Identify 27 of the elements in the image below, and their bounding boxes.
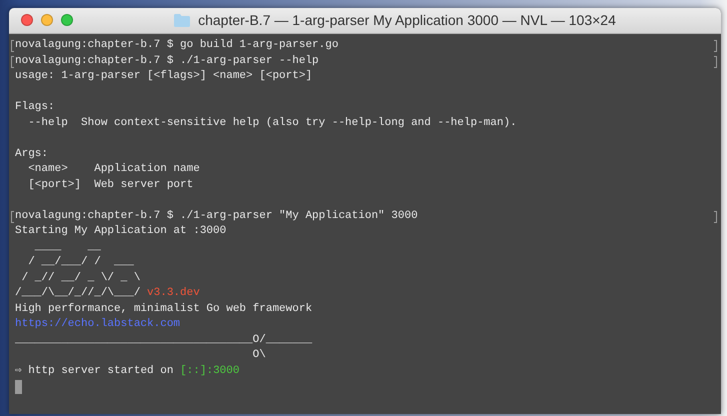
terminal-text: ⇨ http server started on [15,364,174,376]
terminal-text: Args: [15,148,48,160]
terminal-text: / __/___/ / ___ [27,256,134,268]
terminal-text: / _// __/ _ \/ _ \ [20,272,140,284]
terminal-text: ____________________________________O/_______ [15,334,312,346]
terminal-text: /___/\__/_//_/\___/ [15,287,140,299]
terminal-text: novalagung:chapter-b.7 $ go build 1-arg-parser.go [15,39,338,51]
terminal-text: O\ [252,349,266,361]
terminal-text: novalagung:chapter-b.7 $ ./1-arg-parser "My Application" 3000 [15,210,418,222]
server-address: [::]:3000 [180,364,240,376]
terminal-text: --help Show context-sensitive help (also try --help-long and --help-man). [27,116,517,128]
text-cursor [15,380,22,394]
close-button[interactable] [21,14,33,26]
version-text: v3.3.dev [147,287,200,299]
terminal-text: novalagung:chapter-b.7 $ ./1-arg-parser --help [15,54,319,66]
zoom-button[interactable] [61,14,73,26]
folder-icon [174,14,190,27]
terminal-text: <name> Application name [27,163,200,175]
window-title: chapter-B.7 — 1-arg-parser My Application 3000 — NVL — 103×24 [198,11,616,30]
url-link[interactable]: https://echo.labstack.com [15,318,180,330]
terminal-text: High performance, minimalist Go web framework [15,302,312,314]
minimize-button[interactable] [41,14,53,26]
terminal-text: usage: 1-arg-parser [<flags>] <name> [<port>] [15,70,312,82]
terminal-text: [<port>] Web server port [27,178,194,190]
terminal-text: Flags: [15,101,55,113]
terminal-text: ____ __ [34,240,101,252]
terminal-text: Starting My Application at :3000 [15,225,226,237]
